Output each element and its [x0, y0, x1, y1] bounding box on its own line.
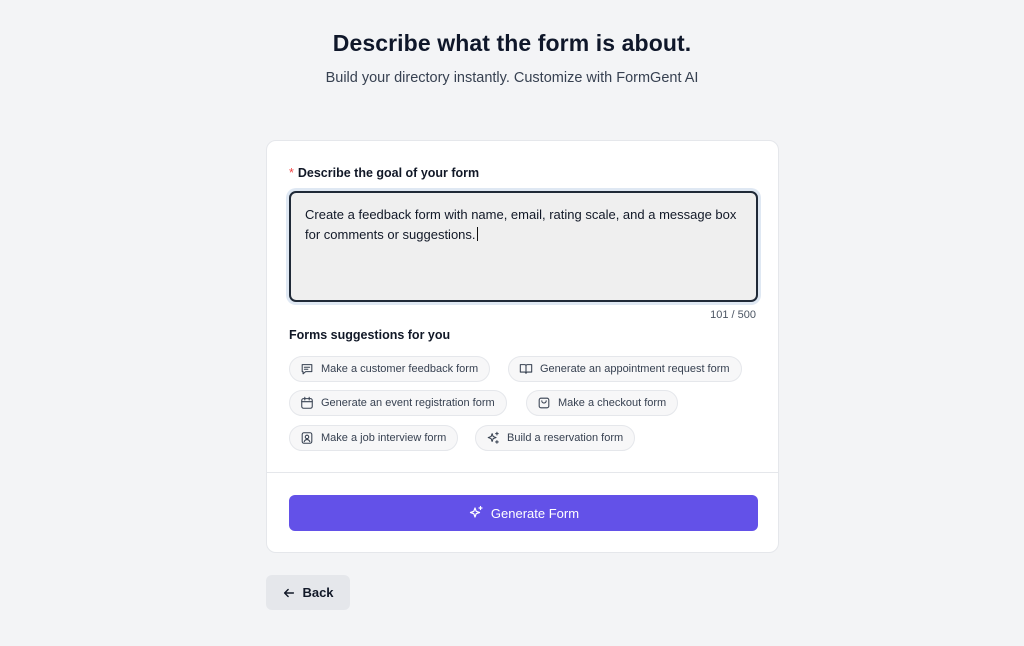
text-caret: [476, 227, 478, 241]
arrow-left-icon: [284, 588, 295, 597]
suggestion-label: Generate an appointment request form: [540, 363, 730, 375]
calendar-icon: [301, 396, 313, 409]
required-mark: *: [289, 166, 294, 180]
suggestion-chip-reservation[interactable]: Build a reservation form: [475, 425, 636, 451]
page-header: Describe what the form is about. Build y…: [0, 30, 1024, 86]
back-button[interactable]: Back: [266, 575, 350, 610]
page-subtitle: Build your directory instantly. Customiz…: [325, 70, 699, 86]
id-badge-icon: [301, 432, 313, 444]
suggestion-label: Make a checkout form: [558, 397, 667, 409]
character-counter: 101 / 500: [710, 309, 756, 321]
generate-form-button[interactable]: Generate Form: [289, 495, 758, 531]
goal-label-text: Describe the goal of your form: [297, 166, 480, 180]
suggestion-chip-event-registration[interactable]: Generate an event registration form: [289, 390, 507, 416]
back-label: Back: [302, 585, 334, 600]
suggestion-chip-checkout[interactable]: Make a checkout form: [526, 390, 679, 416]
suggestions-heading: Forms suggestions for you: [289, 328, 451, 342]
chat-icon: [301, 364, 313, 375]
goal-field-label: * Describe the goal of your form: [289, 166, 479, 180]
sparkles-icon: [487, 431, 499, 444]
sparkles-icon: [469, 505, 483, 518]
generate-form-label: Generate Form: [490, 505, 580, 521]
suggestion-label: Make a job interview form: [321, 432, 447, 444]
book-open-icon: [519, 364, 533, 374]
suggestion-label: Generate an event registration form: [321, 397, 495, 409]
card-divider: [267, 472, 778, 473]
suggestion-chip-appointment-request[interactable]: Generate an appointment request form: [508, 356, 742, 382]
goal-textarea[interactable]: Create a feedback form with name, email,…: [289, 191, 758, 302]
form-generator-card: * Describe the goal of your form Create a…: [266, 140, 779, 553]
shopping-bag-icon: [538, 397, 550, 409]
goal-textarea-value: Create a feedback form with name, email,…: [305, 207, 737, 242]
suggestion-label: Build a reservation form: [507, 432, 624, 444]
suggestion-label: Make a customer feedback form: [321, 363, 479, 375]
suggestion-chip-job-interview[interactable]: Make a job interview form: [289, 425, 459, 451]
page-title: Describe what the form is about.: [332, 30, 692, 56]
suggestion-chip-customer-feedback[interactable]: Make a customer feedback form: [289, 356, 491, 382]
